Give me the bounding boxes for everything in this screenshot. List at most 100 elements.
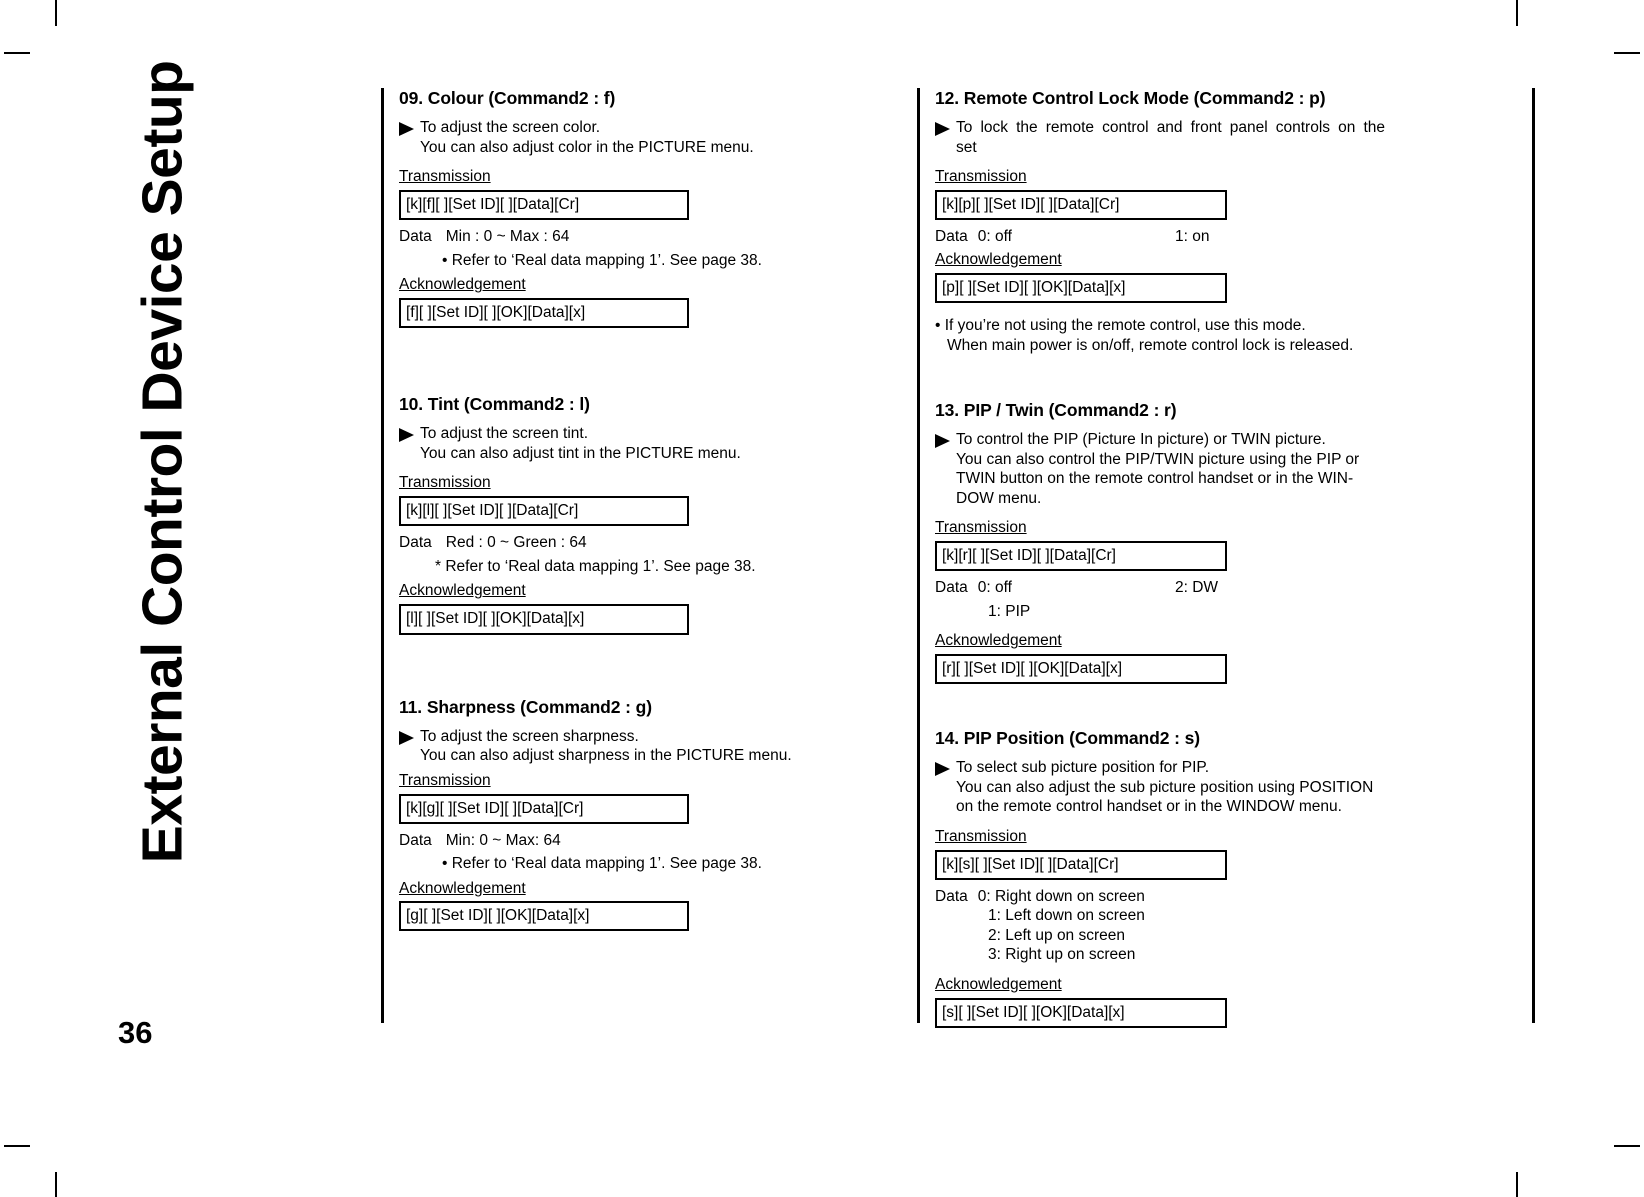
data-label: Data [935, 228, 968, 246]
crop-mark-bottom-left-horizontal [4, 1145, 30, 1147]
left-column: 09. Colour (Command2 : f) To adjust the … [399, 88, 847, 938]
crop-mark-top-right-horizontal [1614, 52, 1640, 54]
acknowledgement-label: Acknowledgement [399, 879, 526, 897]
section-sharpness: 11. Sharpness (Command2 : g) To adjust t… [399, 697, 847, 931]
running-head-title: External Control Device Setup [130, 60, 195, 864]
description-line: To select sub picture position for PIP. [956, 759, 1210, 777]
acknowledgement-label: Acknowledgement [399, 582, 526, 600]
note-line: • If you’re not using the remote control… [935, 316, 1306, 334]
data-row: Data Min : 0 ~ Max : 64 [399, 227, 847, 247]
section-description-remote-lock: To lock the remote control and front pan… [935, 118, 1385, 157]
data-row: Data 0: off 1: on [935, 227, 1385, 247]
triangle-right-icon [399, 122, 416, 136]
note-line: When main power is on/off, remote contro… [947, 336, 1354, 354]
description-line: To adjust the screen color. [420, 119, 601, 136]
description-line: TWIN button on the remote control handse… [956, 470, 1354, 488]
section-note-remote-lock: • If you’re not using the remote control… [935, 316, 1385, 356]
acknowledgement-label: Acknowledgement [935, 632, 1062, 650]
crop-mark-bottom-left-vertical [55, 1172, 57, 1197]
section-title-pip-position: 14. PIP Position (Command2 : s) [935, 728, 1200, 749]
data-row: Data Red : 0 ~ Green : 64 [399, 533, 847, 553]
data-label: Data [399, 831, 432, 849]
data-item: 3: Right up on screen [988, 946, 1136, 964]
data-note: * Refer to ‘Real data mapping 1’. See pa… [435, 557, 756, 575]
transmission-code-box: [k][l][ ][Set ID][ ][Data][Cr] [399, 496, 689, 527]
acknowledgement-code-box: [g][ ][Set ID][ ][OK][Data][x] [399, 900, 689, 931]
data-list: 1: PIP [935, 602, 1385, 622]
description-line: To control the PIP (Picture In picture) … [956, 431, 1326, 449]
crop-mark-bottom-right-horizontal [1614, 1145, 1640, 1147]
acknowledgement-code-box: [f][ ][Set ID][ ][OK][Data][x] [399, 298, 689, 329]
acknowledgement-label: Acknowledgement [935, 976, 1062, 993]
data-value: Red : 0 ~ Green : 64 [445, 534, 587, 552]
transmission-code-box: [k][r][ ][Set ID][ ][Data][Cr] [935, 541, 1227, 572]
data-value-dw: 2: DW [1175, 579, 1219, 597]
section-pip-position: 14. PIP Position (Command2 : s) To selec… [935, 728, 1385, 1029]
crop-mark-top-left-vertical [55, 0, 57, 26]
crop-mark-bottom-right-vertical [1516, 1172, 1518, 1197]
section-description-colour: To adjust the screen color. You can also… [399, 118, 847, 157]
description-line: You can also control the PIP/TWIN pictur… [956, 450, 1360, 468]
section-tint: 10. Tint (Command2 : l) To adjust the sc… [399, 394, 847, 635]
transmission-code-box: [k][s][ ][Set ID][ ][Data][Cr] [935, 849, 1227, 880]
description-line: You can also adjust sharpness in the PIC… [420, 747, 792, 765]
acknowledgement-label: Acknowledgement [935, 250, 1062, 268]
section-title-tint: 10. Tint (Command2 : l) [399, 394, 590, 415]
description-line: To lock the remote control and front pan… [956, 119, 1385, 136]
data-label: Data [399, 534, 432, 552]
section-description-pip-position: To select sub picture position for PIP. … [935, 758, 1385, 817]
acknowledgement-code-box: [l][ ][Set ID][ ][OK][Data][x] [399, 604, 689, 635]
data-list-head: Data 0: Right down on screen [935, 887, 1385, 907]
column-divider-left [381, 88, 384, 1023]
data-item: 2: Left up on screen [988, 926, 1126, 944]
transmission-label: Transmission [399, 771, 491, 789]
triangle-right-icon [935, 434, 952, 449]
data-list-pip-position: Data 0: Right down on screen 1: Left down… [935, 887, 1385, 965]
data-value: Min: 0 ~ Max: 64 [445, 831, 561, 849]
transmission-label: Transmission [399, 168, 491, 186]
data-label: Data [399, 228, 432, 246]
transmission-label: Transmission [399, 474, 491, 492]
description-line: on the remote control handset or in the … [956, 798, 1342, 816]
section-colour: 09. Colour (Command2 : f) To adjust the … [399, 88, 847, 329]
crop-mark-top-right-vertical [1516, 0, 1518, 26]
page-edge-rule-right [1532, 88, 1535, 1023]
acknowledgement-label: Acknowledgement [399, 276, 526, 294]
data-value: Min : 0 ~ Max : 64 [445, 228, 570, 246]
data-row: Data Min: 0 ~ Max: 64 [399, 831, 847, 851]
section-title-sharpness: 11. Sharpness (Command2 : g) [399, 696, 652, 717]
transmission-label: Transmission [935, 168, 1027, 186]
section-title-remote-lock: 12. Remote Control Lock Mode (Command2 :… [935, 88, 1326, 108]
data-item: 0: Right down on screen [977, 887, 1145, 905]
section-title-colour: 09. Colour (Command2 : f) [399, 88, 616, 108]
triangle-right-icon [399, 428, 416, 443]
data-row: Data 0: off 2: DW [935, 578, 1385, 598]
description-line: You can also adjust tint in the PICTURE … [420, 444, 741, 462]
data-note: • Refer to ‘Real data mapping 1’. See pa… [442, 251, 762, 269]
data-value-pip: 1: PIP [988, 602, 1031, 620]
section-pip-twin: 13. PIP / Twin (Command2 : r) To control… [935, 400, 1385, 685]
right-column: 12. Remote Control Lock Mode (Command2 :… [935, 88, 1385, 1035]
transmission-label: Transmission [935, 519, 1027, 537]
section-description-tint: To adjust the screen tint. You can also … [399, 424, 847, 463]
description-line: To adjust the screen tint. [420, 425, 589, 443]
description-line: You can also adjust color in the PICTURE… [420, 138, 754, 156]
acknowledgement-code-box: [s][ ][Set ID][ ][OK][Data][x] [935, 998, 1227, 1029]
acknowledgement-code-box: [p][ ][Set ID][ ][OK][Data][x] [935, 272, 1227, 303]
transmission-code-box: [k][p][ ][Set ID][ ][Data][Cr] [935, 190, 1227, 221]
description-line: You can also adjust the sub picture posi… [956, 778, 1374, 796]
data-value-off: 0: off [977, 228, 1012, 246]
transmission-code-box: [k][g][ ][Set ID][ ][Data][Cr] [399, 793, 689, 824]
data-label: Data [935, 579, 968, 597]
crop-mark-top-left-horizontal [4, 52, 30, 54]
page-number: 36 [118, 1015, 153, 1050]
section-title-pip-twin: 13. PIP / Twin (Command2 : r) [935, 400, 1177, 421]
description-line: set [956, 138, 977, 156]
section-description-pip-twin: To control the PIP (Picture In picture) … [935, 430, 1385, 508]
data-value-on: 1: on [1175, 228, 1210, 246]
data-label: Data [935, 887, 968, 905]
transmission-code-box: [k][f][ ][Set ID][ ][Data][Cr] [399, 190, 689, 221]
section-description-sharpness: To adjust the screen sharpness. You can … [399, 727, 847, 766]
triangle-right-icon [935, 762, 952, 777]
column-divider-middle [917, 88, 920, 1023]
